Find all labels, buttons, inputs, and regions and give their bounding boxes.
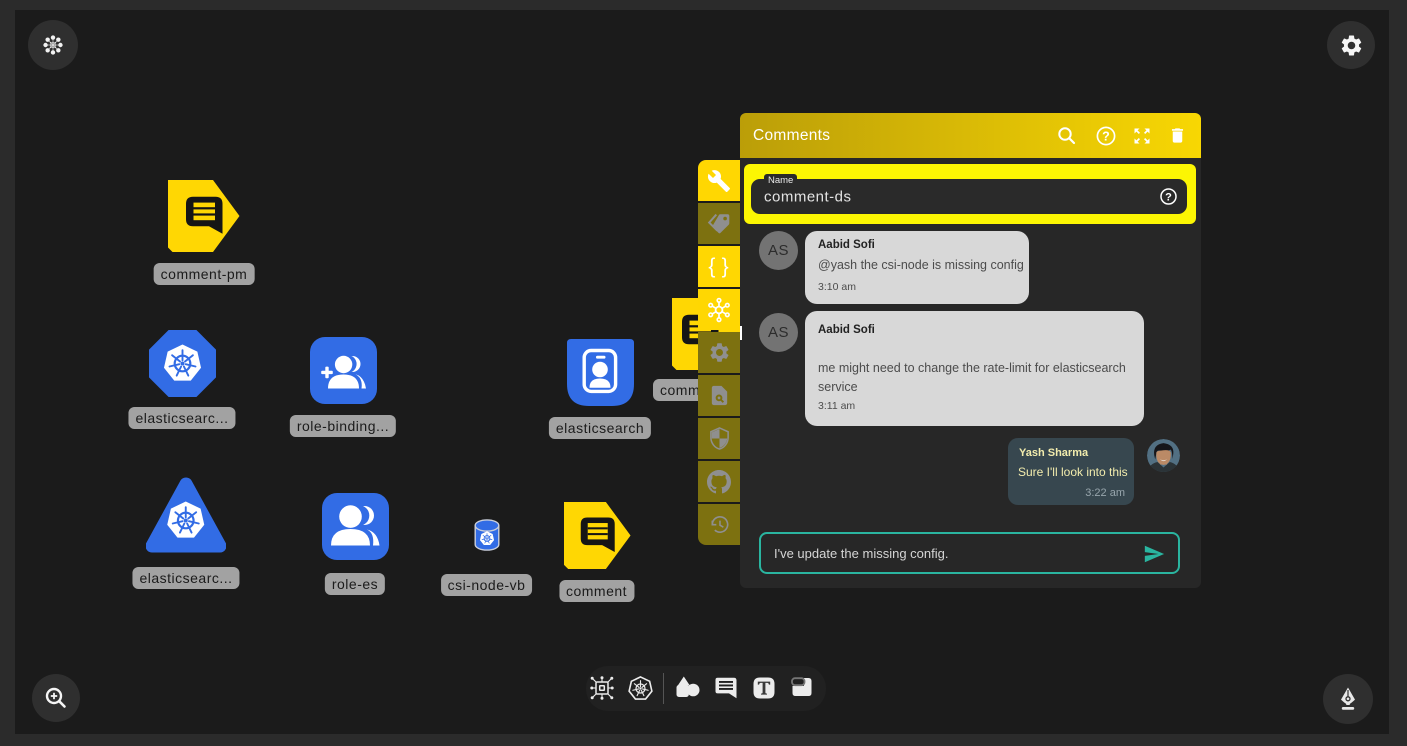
svg-text:?: ?	[1102, 129, 1110, 143]
svg-text:?: ?	[1165, 192, 1172, 204]
